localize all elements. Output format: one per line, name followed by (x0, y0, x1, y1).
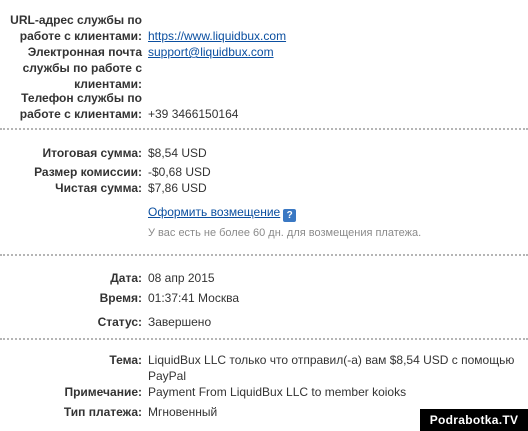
support-phone-value: +39 3466150164 (148, 107, 239, 121)
payment-type-label: Тип платежа: (63, 405, 142, 419)
note-value: Payment From LiquidBux LLC to member koi… (148, 385, 407, 399)
subject-value: LiquidBux LLC только что отправил(-а) ва… (148, 353, 515, 383)
section-divider (0, 128, 528, 130)
net-amount-value: $7,86 USD (148, 181, 207, 195)
fee-value: -$0,68 USD (148, 165, 211, 179)
refund-row: Оформить возмещение? (148, 204, 297, 222)
date-label: Дата: (110, 271, 142, 285)
net-amount-label: Чистая сумма: (55, 181, 142, 195)
support-url-link[interactable]: https://www.liquidbux.com (148, 28, 286, 44)
section-divider (0, 338, 528, 340)
payment-type-value: Мгновенный (148, 405, 218, 419)
help-icon[interactable]: ? (283, 209, 297, 222)
support-email-label: Электронная почта службы по работе с кли… (22, 45, 142, 91)
date-value: 08 апр 2015 (148, 271, 215, 285)
support-email-link[interactable]: support@liquidbux.com (148, 44, 274, 60)
total-amount-label: Итоговая сумма: (42, 146, 142, 160)
section-divider (0, 254, 528, 256)
fee-label: Размер комиссии: (34, 165, 142, 179)
refund-note: У вас есть не более 60 дн. для возмещени… (148, 227, 422, 239)
note-label: Примечание: (64, 385, 142, 399)
subject-label: Тема: (109, 353, 142, 367)
refund-link[interactable]: Оформить возмещение (148, 205, 280, 219)
support-phone-label: Телефон службы по работе с клиентами: (19, 91, 142, 121)
time-value: 01:37:41 Москва (148, 291, 240, 305)
total-amount-value: $8,54 USD (148, 146, 207, 160)
status-label: Статус: (97, 315, 142, 329)
watermark: Podrabotka.TV (420, 409, 528, 431)
status-value: Завершено (148, 315, 212, 329)
time-label: Время: (99, 291, 142, 305)
support-url-label: URL-адрес службы по работе с клиентами: (10, 13, 142, 43)
